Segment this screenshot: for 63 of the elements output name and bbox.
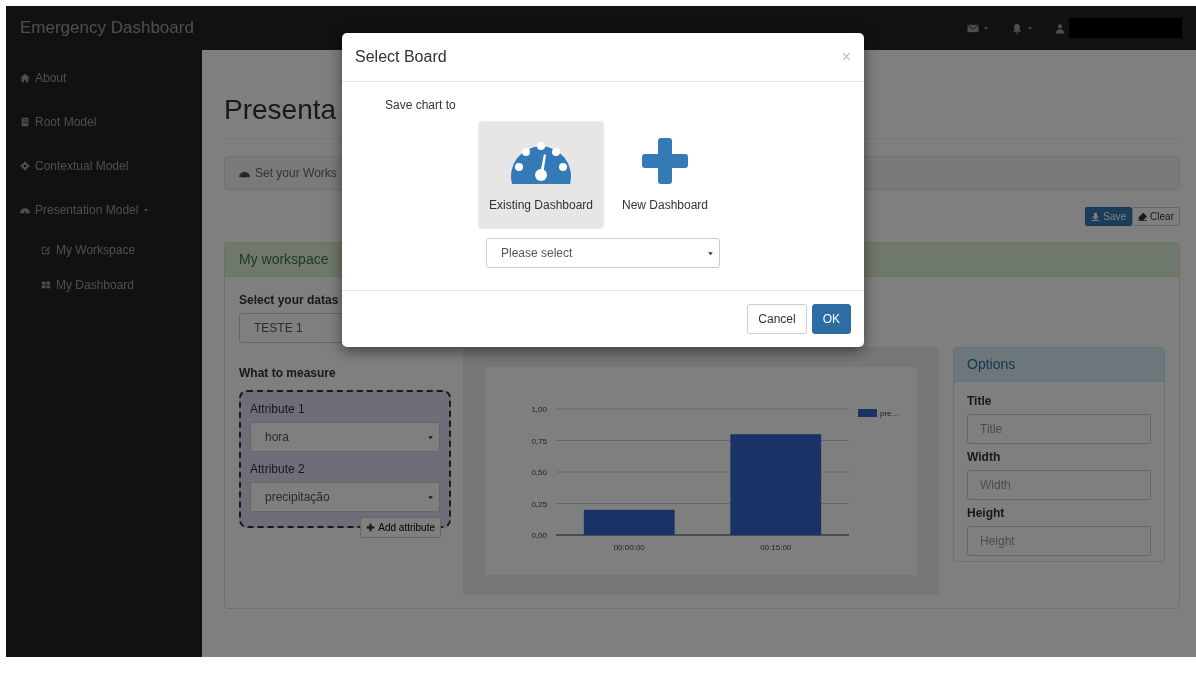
select-value: hora [265,429,290,446]
board-option[interactable]: Existing Dashboard [479,122,603,228]
axis-tick-label: 1,00 [531,405,547,414]
attribute-select[interactable]: hora [250,422,440,452]
board-option[interactable]: New Dashboard [615,122,715,228]
gauge-icon [20,205,30,215]
axis-tick-label: 0,00 [531,531,547,540]
select-placeholder: Please select [501,245,573,262]
add-attribute-button[interactable]: Add attribute [360,517,441,538]
axis-category-label: 00:00:00 [613,543,645,552]
attribute-label: Attribute 1 [250,401,306,418]
sidebar-item[interactable]: Presentation Model [6,188,202,232]
caret-icon [707,249,714,257]
eraser-icon [1138,212,1148,221]
field-label: What to measure [239,365,337,382]
page-title: Presenta [224,93,337,127]
database-icon [20,117,30,127]
sidebar-item[interactable]: Contextual Model [6,144,202,188]
legend-swatch [858,409,877,417]
download-icon [1091,212,1101,221]
attribute-label: Attribute 2 [250,461,306,478]
board-select[interactable]: Please select [486,238,720,268]
axis-tick-label: 0,50 [531,468,547,477]
caret-icon [143,207,150,213]
sidebar-item[interactable]: My Workspace [6,232,202,267]
sidebar-item[interactable]: Root Model [6,100,202,144]
axis-tick-label: 0,75 [531,436,547,446]
caret-icon [1027,25,1033,31]
edit-icon [41,244,51,255]
field-label: Title [967,393,993,410]
legend-label: pre… [880,409,900,418]
breadcrumb-text: Set your Works [255,165,337,182]
plus-icon [640,136,690,186]
caret-icon [983,25,989,31]
gear-icon [20,161,30,171]
axis-tick-label: 0,25 [531,499,547,509]
sidebar-item[interactable]: About [6,56,202,100]
plus-icon [366,523,376,532]
navbar-brand[interactable]: Emergency Dashboard [20,15,194,41]
mail-icon [967,22,979,34]
panel-heading: Options [954,348,1164,382]
select-value: precipitação [265,489,330,506]
field-label: Select your datas [239,292,340,309]
bell-icon [1011,22,1023,34]
field-label: Height [967,505,1006,522]
clear-button[interactable]: Clear [1132,207,1180,226]
caret-icon [427,493,434,501]
modal-title: Select Board [355,47,447,67]
grid-icon [41,279,51,290]
user-icon [1055,22,1065,34]
close-button[interactable]: × [841,45,851,69]
attribute-select[interactable]: precipitação [250,482,440,512]
save-button[interactable]: Save [1085,207,1133,226]
ok-button[interactable]: OK [811,304,851,334]
sidebar-item[interactable]: My Dashboard [6,267,202,302]
dropdown-toggle[interactable] [1011,22,1033,34]
cancel-button[interactable]: Cancel [747,304,807,334]
prompt-text: Save chart to [385,97,457,114]
field-label: Width [967,449,1002,466]
dropdown-toggle[interactable] [967,22,989,34]
home-icon [20,73,30,83]
axis-category-label: 00:15:00 [760,543,792,552]
caret-icon [427,433,434,441]
